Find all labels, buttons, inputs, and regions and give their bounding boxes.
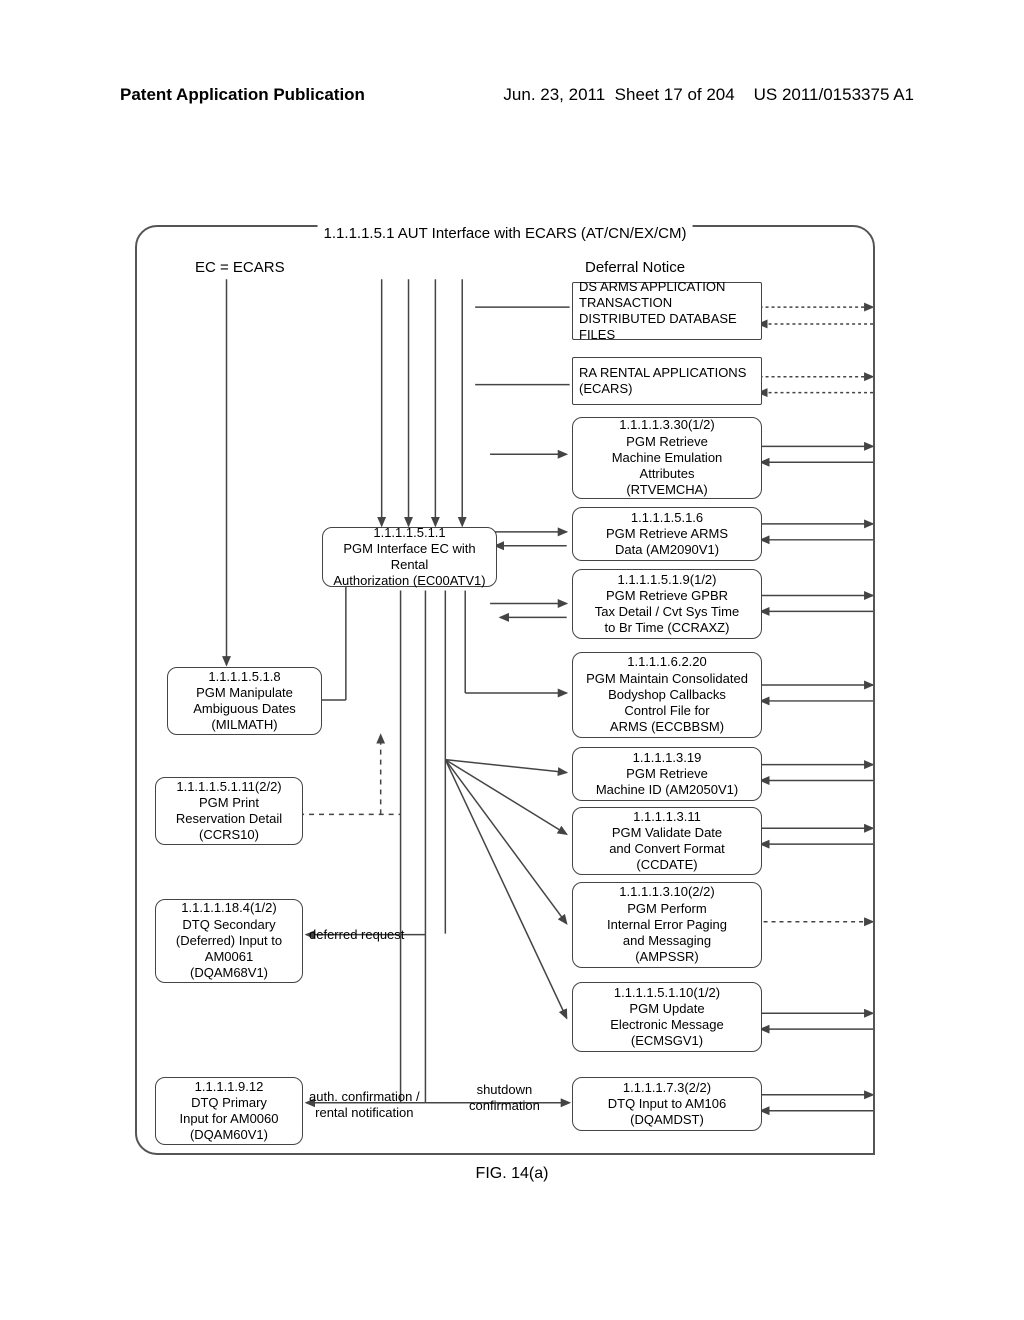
pub-meta: Jun. 23, 2011 Sheet 17 of 204 US 2011/01… [503,85,914,105]
box-dqam60: 1.1.1.1.9.12 DTQ Primary Input for AM006… [155,1077,303,1145]
box-retrieve-gpbr: 1.1.1.1.5.1.9(1/2) PGM Retrieve GPBR Tax… [572,569,762,639]
box-retrieve-emu: 1.1.1.1.3.30(1/2) PGM Retrieve Machine E… [572,417,762,499]
figure-caption: FIG. 14(a) [476,1165,549,1183]
box-ampssr: 1.1.1.1.3.10(2/2) PGM Perform Internal E… [572,882,762,968]
label-deferred-request: deferred request [309,927,404,943]
box-ccdate: 1.1.1.1.3.11 PGM Validate Date and Conve… [572,807,762,875]
ec-label: EC = ECARS [195,259,285,276]
box-ra-rental: RA RENTAL APPLICATIONS (ECARS) [572,357,762,405]
box-ecmsgv1: 1.1.1.1.5.1.10(1/2) PGM Update Electroni… [572,982,762,1052]
box-milmath: 1.1.1.1.5.1.8 PGM Manipulate Ambiguous D… [167,667,322,735]
box-pgm-interface: 1.1.1.1.5.1.1 PGM Interface EC with Rent… [322,527,497,587]
diagram-title: 1.1.1.1.5.1 AUT Interface with ECARS (AT… [318,225,693,242]
box-ds-arms: DS ARMS APPLICATION TRANSACTION DISTRIBU… [572,282,762,340]
box-retrieve-arms: 1.1.1.1.5.1.6 PGM Retrieve ARMS Data (AM… [572,507,762,561]
diagram-frame: 1.1.1.1.5.1 AUT Interface with ECARS (AT… [135,225,875,1155]
label-auth-conf: auth. confirmation / rental notification [309,1089,420,1120]
box-machine-id: 1.1.1.1.3.19 PGM Retrieve Machine ID (AM… [572,747,762,801]
label-shutdown: shutdown confirmation [469,1082,540,1113]
box-eccbbsm: 1.1.1.1.6.2.20 PGM Maintain Consolidated… [572,652,762,738]
pub-title: Patent Application Publication [120,85,365,105]
box-ccrs10: 1.1.1.1.5.1.11(2/2) PGM Print Reservatio… [155,777,303,845]
box-dqam68: 1.1.1.1.18.4(1/2) DTQ Secondary (Deferre… [155,899,303,983]
box-dqamdst: 1.1.1.1.7.3(2/2) DTQ Input to AM106 (DQA… [572,1077,762,1131]
deferral-notice: Deferral Notice [585,259,685,276]
